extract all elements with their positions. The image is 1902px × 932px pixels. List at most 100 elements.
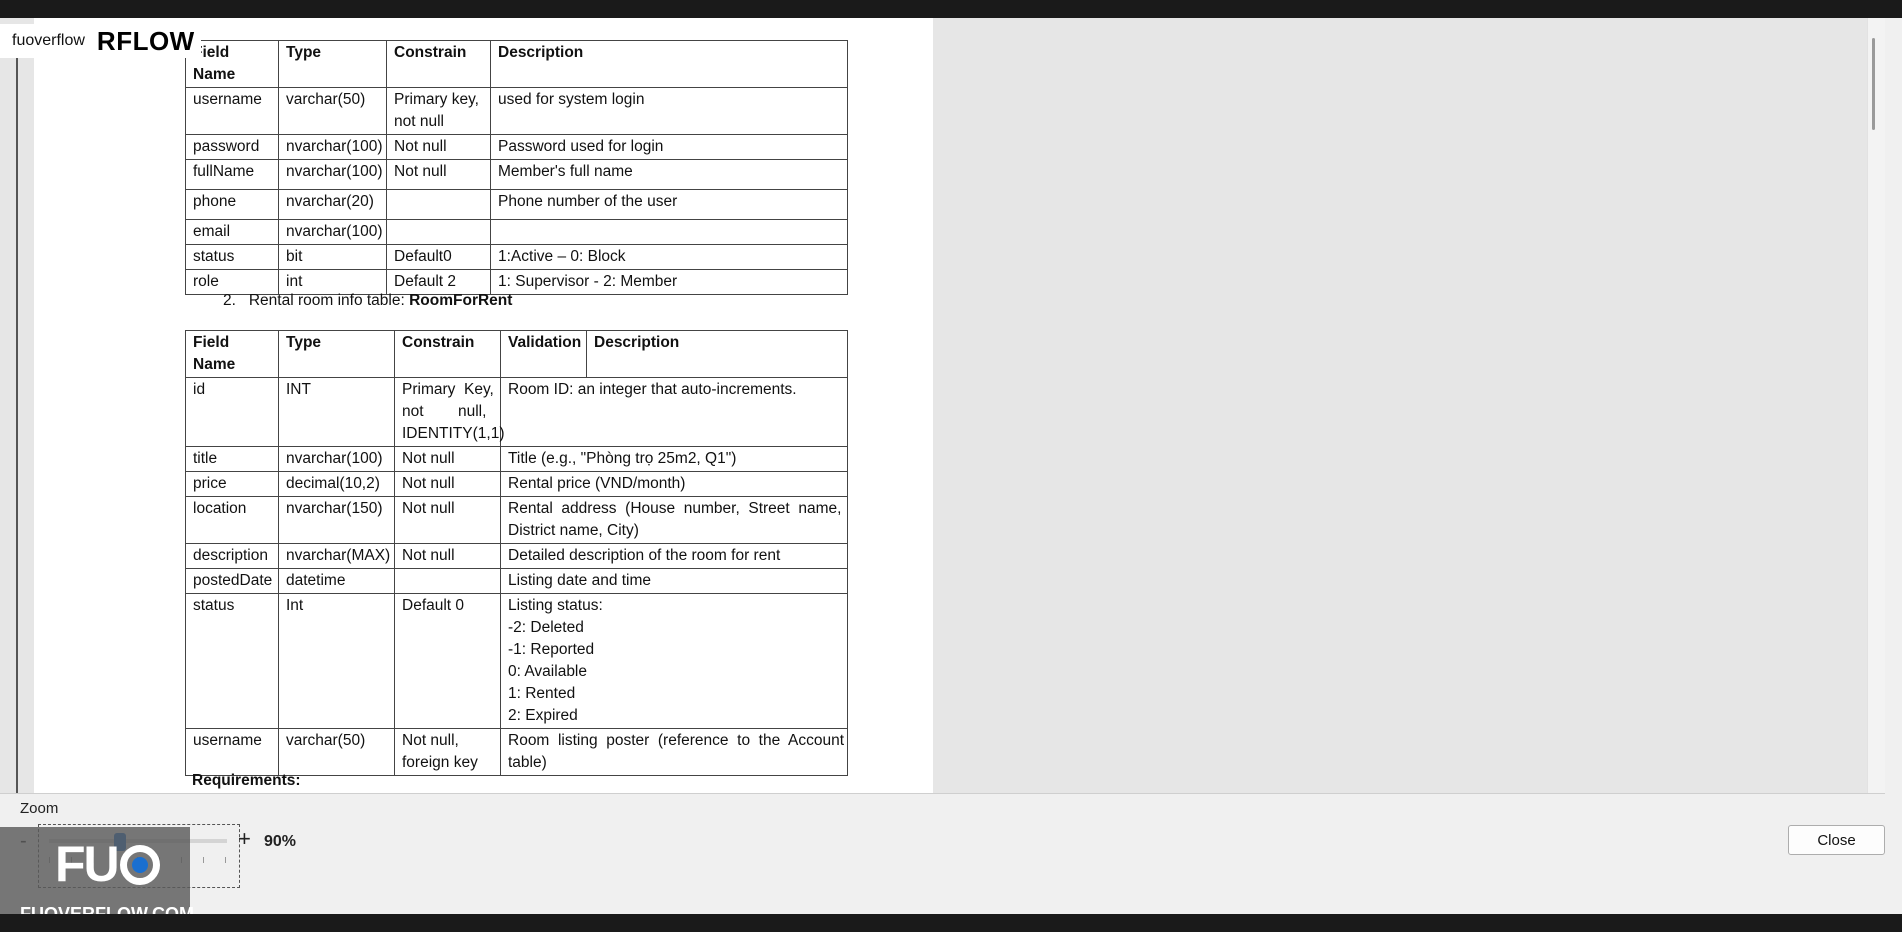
cell-constrain: Not null [394, 471, 501, 497]
section-prefix: 2. Rental room info table: [223, 292, 410, 309]
zoom-label: Zoom [20, 800, 59, 817]
cell-type: nvarchar(MAX) [278, 543, 395, 569]
cell-description: Phone number of the user [490, 189, 848, 220]
column-header: Constrain [394, 330, 501, 378]
logo-mark: FU [55, 835, 160, 893]
cell-type: datetime [278, 568, 395, 594]
constrain-line: Primary Key, [402, 381, 494, 398]
cell-description: used for system login [490, 87, 848, 135]
cell-description: Listing date and time [500, 568, 848, 594]
cell-type: varchar(50) [278, 87, 387, 135]
table-row: id INT Primary Key, not null, IDENTITY(1,1) R… [185, 377, 848, 447]
description-line: Rental address (House number, Street nam… [508, 500, 842, 517]
table-row: title nvarchar(100) Not null Title (e.g., "… [185, 446, 848, 472]
logo-mark-text: FU [55, 836, 120, 892]
cell-field: password [185, 134, 279, 160]
cell-type: nvarchar(100) [278, 134, 387, 160]
table-row: description nvarchar(MAX) Not null Detailed… [185, 543, 848, 569]
cell-description: Listing status: -2: Deleted -1: Reported 0:… [500, 593, 848, 729]
table-row: phone nvarchar(20) Phone number of the u… [185, 189, 848, 220]
description-line: Listing status: [508, 597, 603, 614]
description-line: Listing date and time [508, 572, 652, 589]
cell-field: id [185, 377, 279, 447]
room-table: Field Name Type Constrain Validation Des… [185, 330, 848, 776]
cell-type: nvarchar(100) [278, 446, 395, 472]
close-button[interactable]: Close [1788, 825, 1885, 855]
table-row: role int Default 2 1: Supervisor - 2: Me… [185, 269, 848, 295]
table-row: fullName nvarchar(100) Not null Member's… [185, 159, 848, 190]
cell-field: username [185, 87, 279, 135]
cell-constrain: Default0 [386, 244, 491, 270]
column-header: Description [490, 40, 848, 88]
cell-type: Int [278, 593, 395, 729]
constrain-line: Not null, [402, 732, 459, 749]
zoom-value: 90% [264, 833, 297, 850]
description-line: table) [508, 754, 547, 771]
cell-type: decimal(10,2) [278, 471, 395, 497]
constrain-line: not null [394, 113, 444, 130]
description-line: 1: Rented [508, 685, 576, 702]
description-line: Rental price (VND/month) [508, 475, 686, 492]
cell-field: location [185, 496, 279, 544]
cell-description: 1:Active – 0: Block [490, 244, 848, 270]
cell-field: phone [185, 189, 279, 220]
description-line: Detailed description of the room for ren… [508, 547, 781, 564]
description-line: District name, City) [508, 522, 639, 539]
cell-type: INT [278, 377, 395, 447]
constrain-line: IDENTITY(1,1) [402, 425, 505, 442]
column-header: Description [586, 330, 848, 378]
cell-constrain [386, 189, 491, 220]
column-header: Type [278, 330, 395, 378]
cell-type: varchar(50) [278, 728, 395, 776]
cell-constrain: Not null [394, 446, 501, 472]
cell-constrain: Not null [386, 134, 491, 160]
viewer-window: Field Name Type Constrain Description us… [0, 18, 1902, 914]
cell-constrain: Primary Key, not null, IDENTITY(1,1) [394, 377, 505, 447]
zoom-in-button[interactable]: + [238, 826, 251, 852]
table-row: status bit Default0 1:Active – 0: Block [185, 244, 848, 270]
cell-constrain: Default 0 [394, 593, 501, 729]
section-table-name: RoomForRent [409, 292, 513, 309]
cell-constrain: Not null, foreign key [394, 728, 501, 776]
section-heading: 2. Rental room info table: RoomForRent [223, 292, 512, 310]
constrain-line: Not null [402, 475, 455, 492]
constrain-line: Not null [402, 500, 455, 517]
cell-description: Title (e.g., "Phòng trọ 25m2, Q1") [500, 446, 848, 472]
column-header: Field Name [185, 330, 279, 378]
scrollbar-thumb[interactable] [1872, 38, 1875, 130]
cell-field: username [185, 728, 279, 776]
cell-constrain: Not null [394, 543, 501, 569]
table-row: postedDate datetime Listing date and time [185, 568, 848, 594]
cell-field: postedDate [185, 568, 279, 594]
document-viewer[interactable]: Field Name Type Constrain Description us… [0, 18, 1885, 794]
cell-field: status [185, 593, 279, 729]
constrain-line: Not null [402, 547, 455, 564]
cell-field: email [185, 219, 279, 245]
description-line: Room listing poster (reference to the Ac… [508, 732, 844, 749]
cell-type: bit [278, 244, 387, 270]
requirements-heading: Requirements: [192, 772, 301, 789]
cell-field: fullName [185, 159, 279, 190]
description-line: -1: Reported [508, 641, 595, 658]
fuoverflow-watermark-logo: FU FUOVERFLOW.COM [0, 827, 194, 914]
description-line: 0: Available [508, 663, 587, 680]
description-line: Title (e.g., "Phòng trọ 25m2, Q1") [508, 450, 737, 467]
table-row: location nvarchar(150) Not null Rental addr… [185, 496, 848, 544]
vertical-scrollbar[interactable] [1867, 18, 1885, 793]
cell-type: int [278, 269, 387, 295]
cell-field: title [185, 446, 279, 472]
cell-field: role [185, 269, 279, 295]
cell-field: description [185, 543, 279, 569]
cell-constrain: Default 2 [386, 269, 491, 295]
cell-description: Password used for login [490, 134, 848, 160]
constrain-line: Default 0 [402, 597, 465, 614]
cell-description: Rental price (VND/month) [500, 471, 848, 497]
cell-type: nvarchar(100) [278, 159, 387, 190]
cell-constrain: Not null [386, 159, 491, 190]
cell-constrain: Primary key, not null [386, 87, 491, 135]
brand-header: fuoverflow RFLOW [0, 24, 201, 58]
account-table: Field Name Type Constrain Description us… [185, 40, 848, 295]
column-header: Validation [500, 330, 587, 378]
table-row: price decimal(10,2) Not null Rental price (… [185, 471, 848, 497]
brand-big-text: RFLOW [96, 25, 195, 56]
